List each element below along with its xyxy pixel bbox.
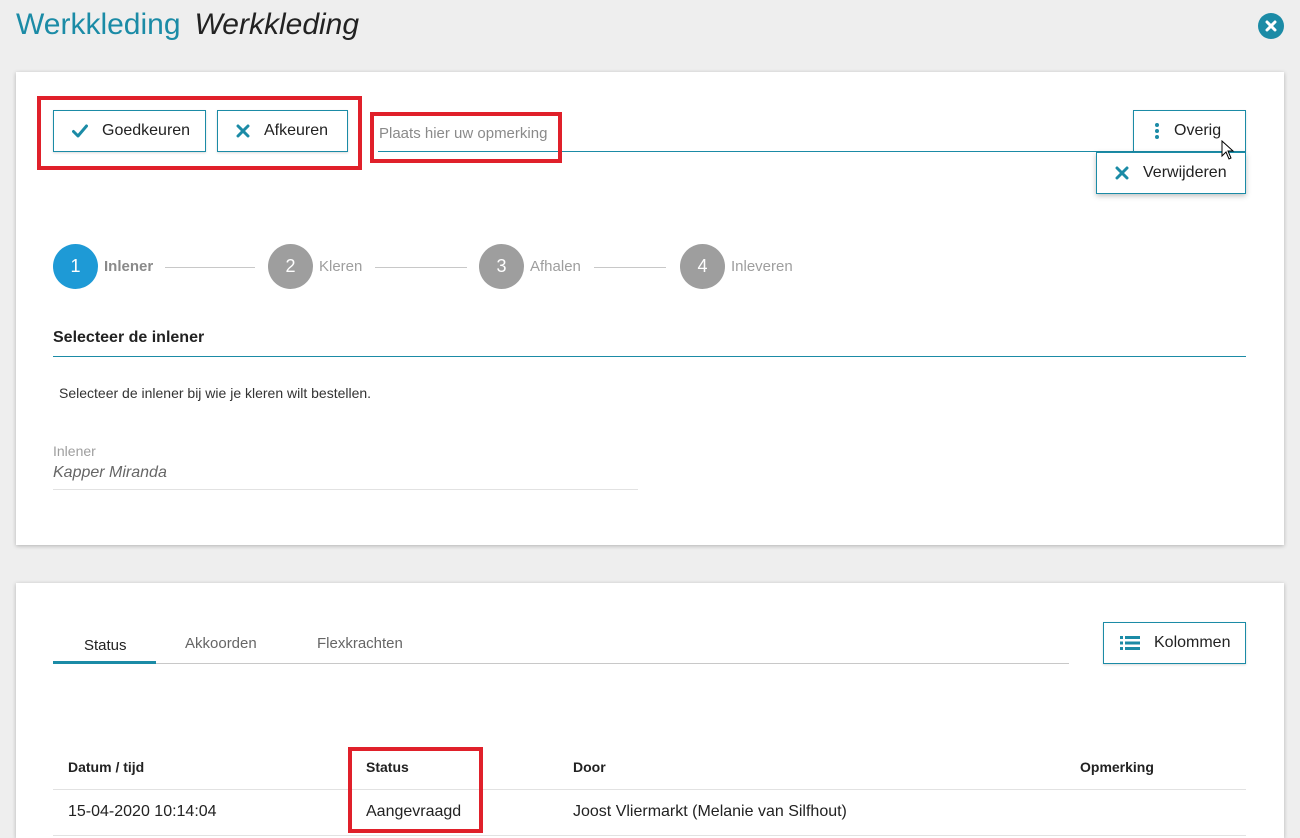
delete-label: Verwijderen — [1143, 164, 1227, 181]
column-header-opmerking[interactable]: Opmerking — [1080, 759, 1154, 775]
step-connector — [375, 267, 467, 268]
mouse-cursor-icon — [1221, 140, 1235, 160]
columns-button[interactable]: Kolommen — [1103, 622, 1246, 664]
page-header: Werkkleding Werkkleding — [16, 8, 359, 48]
field-underline — [53, 489, 638, 490]
close-icon — [1265, 20, 1277, 32]
reject-button[interactable]: Afkeuren — [217, 110, 348, 152]
column-header-door[interactable]: Door — [573, 759, 606, 775]
inlener-field-value: Kapper Miranda — [53, 464, 167, 481]
step-number: 2 — [268, 244, 313, 289]
step-connector — [594, 267, 666, 268]
page-title: Werkkleding — [16, 8, 181, 41]
table-header: Datum / tijd Status Door Opmerking — [53, 751, 1246, 790]
divider — [53, 356, 1246, 357]
remark-input[interactable] — [378, 116, 1233, 151]
approve-button[interactable]: Goedkeuren — [53, 110, 206, 152]
step-number: 1 — [53, 244, 98, 289]
table-row[interactable]: 15-04-2020 10:14:04 Aangevraagd Joost Vl… — [53, 790, 1246, 836]
close-button[interactable] — [1258, 13, 1284, 39]
request-card: Goedkeuren Afkeuren Overig Verwijderen 1… — [16, 72, 1284, 545]
step-label: Afhalen — [530, 258, 581, 275]
more-label: Overig — [1174, 122, 1222, 139]
checkmark-icon — [72, 124, 88, 138]
step-number: 3 — [479, 244, 524, 289]
step-inlener[interactable]: 1 Inlener — [53, 244, 153, 289]
tab-akkoorden[interactable]: Akkoorden — [185, 635, 257, 652]
cell-status: Aangevraagd — [366, 803, 462, 820]
vertical-dots-icon — [1155, 123, 1159, 139]
page-subtitle: Werkkleding — [194, 8, 360, 41]
x-icon — [1115, 166, 1129, 180]
columns-label: Kolommen — [1154, 634, 1231, 651]
section-title: Selecteer de inlener — [53, 329, 205, 346]
active-tab-indicator — [53, 661, 156, 664]
tab-flexkrachten[interactable]: Flexkrachten — [317, 635, 403, 652]
step-label: Inlener — [104, 258, 154, 275]
step-label: Inleveren — [731, 258, 793, 275]
cell-datum: 15-04-2020 10:14:04 — [68, 803, 217, 820]
step-connector — [165, 267, 255, 268]
remark-field — [378, 116, 1233, 152]
inlener-field-label: Inlener — [53, 443, 96, 459]
history-card: Status Akkoorden Flexkrachten Kolommen D… — [16, 583, 1284, 838]
step-kleren[interactable]: 2 Kleren — [268, 244, 362, 289]
section-description: Selecteer de inlener bij wie je kleren w… — [59, 385, 372, 401]
tab-status[interactable]: Status — [84, 637, 127, 654]
reject-label: Afkeuren — [264, 122, 329, 139]
column-header-datum[interactable]: Datum / tijd — [68, 759, 144, 775]
cell-door: Joost Vliermarkt (Melanie van Silfhout) — [573, 803, 847, 820]
step-inleveren[interactable]: 4 Inleveren — [680, 244, 793, 289]
list-icon — [1120, 636, 1140, 650]
approve-label: Goedkeuren — [102, 122, 191, 139]
column-header-status[interactable]: Status — [366, 759, 409, 775]
step-number: 4 — [680, 244, 725, 289]
history-tabs: Status Akkoorden Flexkrachten — [53, 629, 1069, 664]
step-label: Kleren — [319, 258, 363, 275]
x-icon — [236, 124, 250, 138]
step-afhalen[interactable]: 3 Afhalen — [479, 244, 581, 289]
